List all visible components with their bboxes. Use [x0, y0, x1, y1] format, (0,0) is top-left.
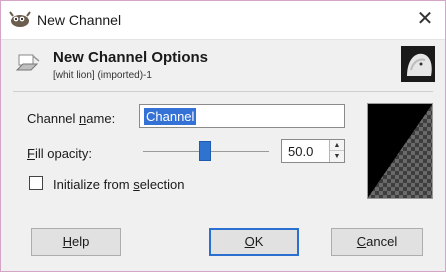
- close-icon: ✕: [416, 8, 434, 30]
- ok-button[interactable]: OK: [209, 228, 299, 256]
- gimp-icon: [9, 11, 31, 27]
- channel-name-value: Channel: [144, 108, 197, 125]
- spin-buttons: ▲ ▼: [329, 140, 344, 162]
- spin-up-arrow-icon[interactable]: ▲: [330, 140, 344, 151]
- header-divider: [13, 91, 433, 92]
- help-button[interactable]: Help: [31, 228, 121, 256]
- dialog-header: New Channel Options [whit lion] (importe…: [1, 40, 445, 90]
- fill-opacity-label: Fill opacity:: [27, 146, 93, 161]
- spin-down-arrow-icon[interactable]: ▼: [330, 151, 344, 162]
- channel-name-label: Channel name:: [27, 111, 116, 126]
- fill-opacity-slider-handle[interactable]: [199, 141, 211, 161]
- fill-opacity-spinbox[interactable]: 50.0 ▲ ▼: [281, 139, 345, 163]
- init-from-selection-checkbox[interactable]: [29, 176, 43, 190]
- channel-icon: [15, 54, 40, 71]
- init-from-selection-label[interactable]: Initialize from selection: [53, 177, 185, 192]
- dialog-heading: New Channel Options: [53, 49, 209, 66]
- channel-color-preview[interactable]: [367, 103, 433, 199]
- image-name: [whit lion] (imported)-1: [53, 70, 152, 81]
- fill-opacity-value: 50.0: [288, 144, 314, 159]
- close-button[interactable]: ✕: [413, 7, 437, 31]
- cancel-button[interactable]: Cancel: [331, 228, 423, 256]
- title-bar: New Channel ✕: [1, 1, 445, 40]
- image-thumbnail: [401, 46, 435, 82]
- window-title: New Channel: [37, 12, 122, 28]
- new-channel-dialog: New Channel ✕ New Channel Options [whit …: [0, 0, 446, 272]
- channel-name-input[interactable]: Channel: [139, 104, 345, 128]
